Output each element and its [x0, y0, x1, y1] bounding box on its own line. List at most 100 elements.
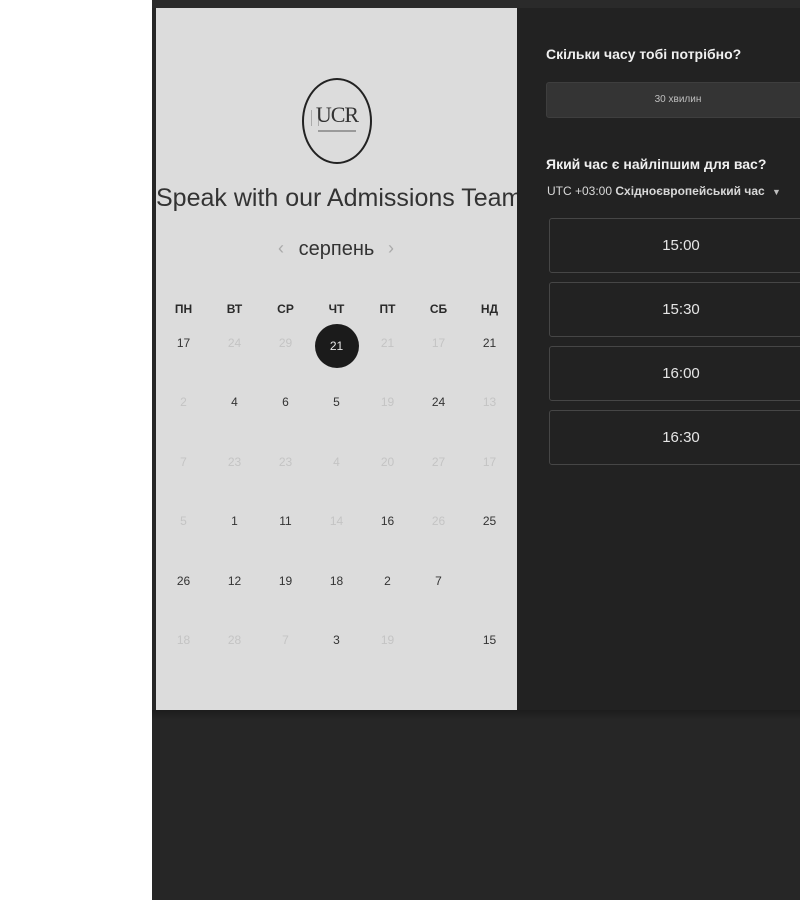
weekday-label: НД: [480, 302, 499, 316]
calendar-day-label: 24: [227, 336, 242, 350]
calendar-day[interactable]: 27: [413, 445, 464, 504]
calendar-day[interactable]: 5: [158, 504, 209, 563]
weekday-label: ПН: [174, 302, 193, 316]
calendar-day[interactable]: 2: [158, 385, 209, 444]
calendar-day-label: 26: [431, 514, 446, 529]
calendar-day-label: 25: [482, 514, 497, 529]
calendar-day[interactable]: 18: [158, 623, 209, 682]
calendar-day-label: 17: [431, 336, 446, 350]
calendar-day[interactable]: 4: [209, 385, 260, 444]
calendar-day[interactable]: 20: [362, 445, 413, 504]
calendar-day-label: 3: [333, 632, 340, 647]
calendar-day[interactable]: 6: [260, 385, 311, 444]
calendar-day[interactable]: 26: [158, 564, 209, 623]
calendar-day-label: 1: [231, 514, 238, 529]
calendar-day-label: 26: [176, 573, 191, 588]
calendar-day[interactable]: 3: [311, 623, 362, 682]
calendar-day[interactable]: 23: [260, 445, 311, 504]
calendar-day[interactable]: 4: [311, 445, 362, 504]
weekday-label: СР: [277, 302, 294, 316]
calendar-day-label: 15: [482, 632, 497, 647]
calendar-day-label: 21: [380, 336, 395, 350]
calendar-day[interactable]: 26: [413, 504, 464, 563]
calendar-day[interactable]: 2: [362, 564, 413, 623]
calendar-day[interactable]: 17: [158, 326, 209, 385]
calendar-day-label: 2: [180, 395, 187, 410]
duration-select[interactable]: 30 хвилин: [546, 82, 800, 118]
calendar-day-label: 17: [482, 454, 497, 469]
calendar-day-selected[interactable]: 21: [311, 324, 362, 385]
calendar-day-label: 19: [278, 573, 293, 588]
calendar-day[interactable]: 7: [158, 445, 209, 504]
chevron-right-icon[interactable]: ›: [388, 238, 394, 259]
calendar-day[interactable]: 18: [311, 564, 362, 623]
time-slot[interactable]: 15:00: [549, 218, 800, 273]
ucr-logo: UCR: [302, 78, 372, 164]
calendar-day-label: 5: [333, 395, 340, 410]
calendar-day[interactable]: 24: [209, 326, 260, 385]
calendar-day[interactable]: 19: [362, 623, 413, 682]
frame-top-edge: [152, 0, 800, 8]
calendar-day[interactable]: 13: [464, 385, 515, 444]
calendar-day[interactable]: 21: [362, 326, 413, 385]
calendar-day[interactable]: 1: [209, 504, 260, 563]
calendar-day-label: 19: [380, 632, 395, 647]
calendar-day-label: 29: [278, 336, 293, 350]
calendar-day[interactable]: 17: [413, 326, 464, 385]
calendar-day-label: 17: [176, 336, 191, 350]
duration-heading: Скільки часу тобі потрібно?: [546, 46, 742, 62]
panel-shadow: [152, 710, 800, 720]
time-slot[interactable]: 16:30: [549, 410, 800, 465]
calendar-day[interactable]: 19: [260, 564, 311, 623]
time-heading: Який час є найліпшим для вас?: [546, 156, 767, 172]
booking-widget: UCR Speak with our Admissions Team ‹ сер…: [152, 0, 800, 900]
calendar-day-label: 13: [482, 395, 497, 410]
caret-down-icon: ▼: [772, 187, 781, 197]
calendar-day[interactable]: 7: [413, 564, 464, 623]
calendar-day[interactable]: 25: [464, 504, 515, 563]
page-background: [152, 720, 800, 900]
calendar-day-label: 12: [227, 573, 242, 588]
calendar-day[interactable]: 16: [362, 504, 413, 563]
calendar-day-label: 21: [482, 336, 497, 350]
calendar-day[interactable]: 17: [464, 445, 515, 504]
calendar-day[interactable]: 21: [464, 326, 515, 385]
calendar-day[interactable]: 28: [209, 623, 260, 682]
calendar-day[interactable]: 24: [413, 385, 464, 444]
time-slot[interactable]: 15:30: [549, 282, 800, 337]
calendar-day-label: 16: [380, 514, 395, 529]
calendar-day-label: 24: [431, 395, 446, 410]
time-slot[interactable]: 16:00: [549, 346, 800, 401]
calendar-day-label: 7: [282, 632, 289, 647]
calendar-day-label: 7: [435, 573, 442, 588]
calendar-day[interactable]: [413, 623, 464, 682]
calendar-day-label: 6: [282, 395, 289, 410]
logo-text: UCR: [315, 102, 359, 127]
calendar-day[interactable]: 23: [209, 445, 260, 504]
calendar-day[interactable]: 15: [464, 623, 515, 682]
calendar-day[interactable]: 14: [311, 504, 362, 563]
weekday-header: ПН ВТ СР ЧТ ПТ СБ НД: [158, 302, 515, 322]
calendar-day[interactable]: 5: [311, 385, 362, 444]
timezone-name: Східноєвропейський час: [615, 184, 765, 198]
calendar-day-label: 21: [314, 324, 359, 368]
weekday-label: СБ: [429, 302, 448, 316]
time-selection-panel: Скільки часу тобі потрібно? 30 хвилин Як…: [517, 8, 800, 710]
calendar-day-label: 14: [329, 514, 344, 529]
calendar-day[interactable]: 19: [362, 385, 413, 444]
calendar-day[interactable]: 12: [209, 564, 260, 623]
calendar-day[interactable]: 29: [260, 326, 311, 385]
calendar-day-label: 7: [180, 454, 187, 469]
logo-underline: [318, 130, 356, 132]
calendar-day-label: 5: [180, 514, 187, 529]
calendar-day-label: 20: [380, 454, 395, 469]
calendar-day[interactable]: [464, 564, 515, 623]
calendar-day[interactable]: 11: [260, 504, 311, 563]
calendar-day[interactable]: 7: [260, 623, 311, 682]
calendar-day-label: 28: [227, 632, 242, 647]
timezone-select[interactable]: UTC +03:00 Східноєвропейський час ▼: [547, 184, 781, 198]
calendar-day-label: 27: [431, 454, 446, 469]
weekday-label: ВТ: [226, 302, 243, 316]
calendar-panel: UCR Speak with our Admissions Team ‹ сер…: [156, 8, 522, 710]
calendar-day-label: 4: [231, 395, 238, 410]
